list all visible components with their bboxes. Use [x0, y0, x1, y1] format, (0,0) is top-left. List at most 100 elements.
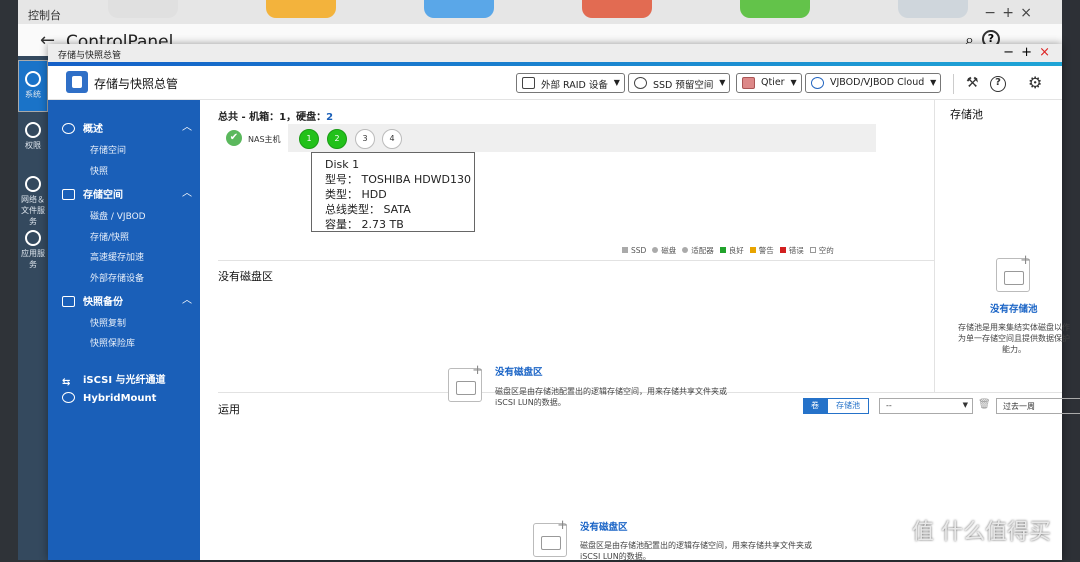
nav-item-storage-space[interactable]: 存储空间: [90, 143, 126, 156]
volume-empty-icon: [448, 363, 483, 402]
no-volume-link[interactable]: 没有磁盘区: [495, 364, 543, 378]
app-header: 存储与快照总管 外部 RAID 设备 ▼ SSD 预留空间 ▼ Qtier ▼ VJB…: [48, 66, 1062, 100]
nav-section-overview[interactable]: 概述 ︿: [62, 120, 192, 135]
desktop-icon[interactable]: [424, 0, 494, 18]
trash-icon[interactable]: 🗑: [978, 399, 991, 410]
nav-item-hybridmount[interactable]: HybridMount: [62, 392, 156, 404]
volume-select[interactable]: -- ▼: [879, 398, 973, 414]
time-range-select[interactable]: 过去一周▼: [996, 398, 1080, 414]
nav-item-storage-snapshots[interactable]: 存储/快照: [90, 230, 129, 243]
nav-item-cache-acceleration[interactable]: 高速缓存加速: [90, 250, 144, 263]
divider: [218, 260, 934, 261]
gear-icon: [25, 71, 41, 87]
legend-item: 良好: [719, 245, 744, 256]
storage-app-icon: [66, 71, 88, 93]
desktop-icon[interactable]: [108, 0, 178, 18]
legend-swatch: [749, 247, 756, 253]
usage-empty-icon: [533, 518, 568, 557]
window-titlebar: 存储与快照总管: [48, 44, 1062, 62]
nav-item-external-storage[interactable]: 外部存储设备: [90, 271, 144, 284]
nav-item-disks-vjbod[interactable]: 磁盘 / VJBOD: [90, 209, 146, 222]
minimize-button[interactable]: −: [984, 5, 996, 21]
ssd-icon: [634, 77, 647, 89]
database-icon: [62, 189, 75, 200]
legend-swatch: [622, 247, 628, 253]
legend-swatch: [779, 247, 786, 253]
nav-item-snapshot[interactable]: 快照: [90, 164, 108, 177]
nav-section-storage[interactable]: 存储空间 ︿: [62, 186, 192, 201]
tooltip-bus: 总线类型： SATA: [325, 203, 411, 216]
storage-pool-desc: 存储池是用来集结实体磁盘以作 为单一存储空间且提供数据保护 能力。: [958, 323, 1070, 354]
vertical-divider: [934, 100, 935, 392]
usage-section-title: 运用: [218, 403, 240, 416]
nav-item-snapshot-replica[interactable]: 快照复制: [90, 316, 126, 329]
disk-slot-2[interactable]: 2: [327, 129, 347, 149]
legend-item: 适配器: [682, 245, 714, 256]
main-content: 总共 - 机箱：1，硬盘：2 ✔ NAS主机 1 2 3 4 Disk 1 型号…: [200, 100, 1080, 561]
nav-section-snapshot-backup[interactable]: 快照备份 ︿: [62, 293, 192, 308]
tab-storage-pool[interactable]: 存储池: [827, 398, 869, 414]
tooltip-title: Disk 1: [325, 158, 360, 171]
legend-swatch: [652, 247, 659, 253]
disk-slot-1[interactable]: 1: [299, 129, 319, 149]
usage-no-volume-link[interactable]: 没有磁盘区: [580, 519, 628, 533]
sidebar-item-system[interactable]: 系统: [18, 60, 48, 112]
chevron-up-icon: ︿: [182, 188, 192, 199]
ssd-overprovision-button[interactable]: SSD 预留空间 ▼: [628, 73, 731, 93]
sidebar-item-privilege[interactable]: 权限: [18, 114, 48, 166]
maximize-button[interactable]: +: [1002, 5, 1014, 21]
header-divider: [953, 74, 954, 94]
tooltip-type: 类型： HDD: [325, 188, 387, 201]
tooltip-capacity: 容量： 2.73 TB: [325, 218, 404, 231]
disk-bay-bar: [288, 124, 876, 152]
cloud-icon: [62, 392, 75, 403]
legend-swatch: [719, 247, 726, 253]
desktop-icon[interactable]: [740, 0, 810, 18]
close-button[interactable]: ×: [1020, 5, 1032, 21]
chevron-up-icon: ︿: [182, 295, 192, 306]
apps-icon: [25, 230, 41, 246]
close-button[interactable]: ×: [1039, 45, 1050, 60]
network-icon: [25, 176, 41, 192]
tab-volume[interactable]: 卷: [803, 398, 827, 414]
legend-label: 良好: [728, 246, 744, 255]
nav-item-snapshot-vault[interactable]: 快照保险库: [90, 336, 135, 349]
chevron-down-icon: ▼: [719, 78, 726, 87]
desktop-icon[interactable]: [582, 0, 652, 18]
nas-host-label: NAS主机: [248, 135, 281, 144]
storage-pool-title: 存储池: [950, 108, 983, 121]
tools-icon[interactable]: ⚒: [966, 75, 979, 91]
external-raid-button[interactable]: 外部 RAID 设备 ▼: [516, 73, 625, 93]
sidebar-item-apps[interactable]: 应用服务: [18, 222, 48, 274]
disk-slot-4[interactable]: 4: [382, 129, 402, 149]
volume-desc: 磁盘区是由存储池配置出的逻辑存储空间，用来存储共享文件夹或 iSCSI LUN的数…: [495, 387, 727, 407]
dashboard-icon: [62, 123, 75, 134]
storage-manager-window: 存储与快照总管 − + × 存储与快照总管 外部 RAID 设备 ▼ SSD 预留…: [48, 44, 1080, 561]
chevron-up-icon: ︿: [182, 122, 192, 133]
disk-tooltip: Disk 1 型号： TOSHIBA HDWD130 类型： HDD 总线类型：…: [311, 152, 475, 232]
nav-item-iscsi[interactable]: ⇆ iSCSI 与光纤通道: [62, 371, 166, 388]
qtier-button[interactable]: Qtier ▼: [736, 73, 802, 93]
watermark: 值 什么值得买: [912, 520, 1051, 545]
chevron-down-icon: ▼: [613, 78, 620, 87]
disk-count: 2: [326, 112, 334, 123]
minimize-button[interactable]: −: [1003, 45, 1014, 60]
disk-slot-3[interactable]: 3: [355, 129, 375, 149]
maximize-button[interactable]: +: [1021, 45, 1032, 60]
legend-item: 警告: [749, 245, 774, 256]
sidebar-item-network[interactable]: 网络＆文件服务: [18, 168, 48, 226]
gear-icon[interactable]: ⚙: [1028, 73, 1042, 92]
app-title: 存储与快照总管: [94, 77, 179, 91]
snapshot-icon: [62, 296, 75, 307]
desktop-icon[interactable]: [898, 0, 968, 18]
summary-label: 总共 - 机箱：1，硬盘：2: [218, 112, 334, 123]
no-storage-pool-link[interactable]: 没有存储池: [990, 301, 1038, 315]
desktop-icon[interactable]: [266, 0, 336, 18]
vjbod-button[interactable]: VJBOD/VJBOD Cloud ▼: [805, 73, 942, 93]
help-icon[interactable]: ?: [990, 76, 1006, 92]
legend-item: 错误: [779, 245, 804, 256]
control-panel-window-title: 控制台: [28, 9, 61, 22]
chevron-down-icon: ▼: [962, 401, 968, 409]
legend-swatch: [682, 247, 689, 253]
desktop-edge: [1062, 0, 1080, 560]
